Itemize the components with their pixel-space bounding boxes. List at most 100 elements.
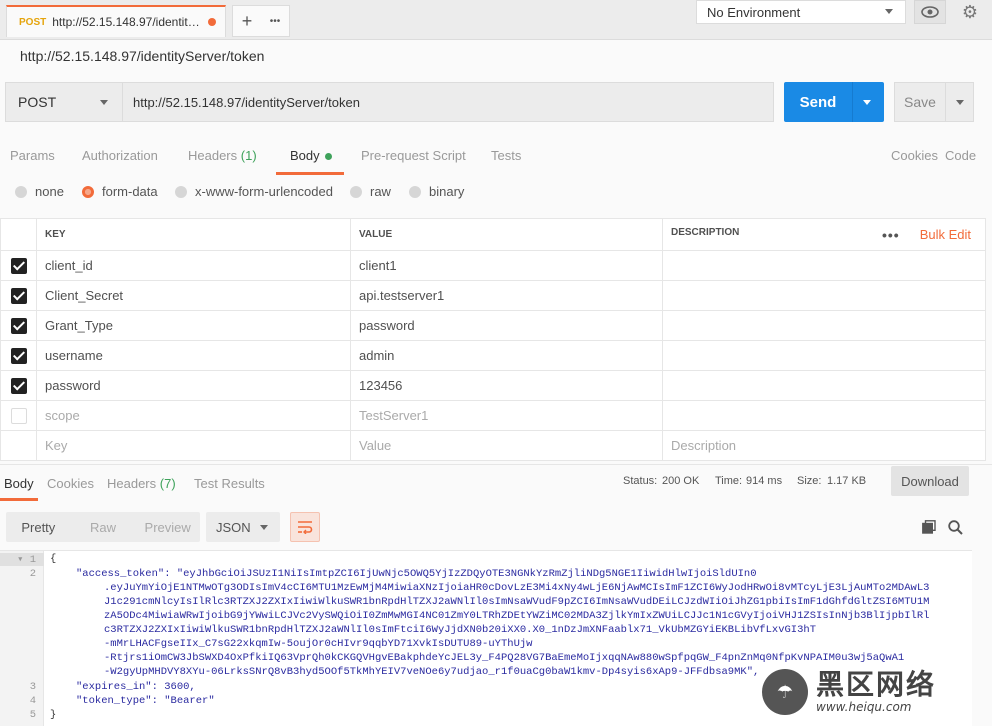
view-raw[interactable]: Raw (71, 520, 136, 535)
row-description[interactable] (662, 310, 986, 341)
tab-params[interactable]: Params (10, 148, 55, 163)
row-value[interactable]: password (350, 310, 663, 341)
tab-bar: POST http://52.15.148.97/identityServer/… (0, 0, 992, 40)
environment-quick-look-button[interactable] (914, 0, 946, 24)
tab-prerequest-script[interactable]: Pre-request Script (361, 148, 466, 163)
radio-circle (15, 185, 27, 198)
save-button[interactable]: Save (894, 82, 974, 122)
radio-label: none (35, 184, 64, 199)
line-number: 2 (29, 568, 36, 580)
tab-authorization[interactable]: Authorization (82, 148, 158, 163)
row-key[interactable]: username (36, 340, 351, 371)
row-key[interactable]: password (36, 370, 351, 401)
tab-headers[interactable]: Headers (1) (188, 148, 257, 163)
add-tab-button[interactable]: + (242, 11, 253, 32)
site-watermark: ☂ 黑区网络 www.heiqu.com (762, 662, 986, 722)
row-checkbox[interactable] (10, 347, 27, 364)
send-options-chevron-icon[interactable] (863, 99, 871, 105)
code-wrap-line: c3RTZXJ2ZXIxIiwiWlkuSWR1bnRpdHlTZXJ2aWNl… (104, 624, 817, 636)
new-value-placeholder[interactable]: Value (350, 430, 663, 461)
row-description[interactable] (662, 400, 986, 431)
line-number: 4 (29, 695, 36, 707)
row-value[interactable]: client1 (350, 250, 663, 281)
response-tab-test-results[interactable]: Test Results (194, 476, 265, 491)
row-key[interactable]: Grant_Type (36, 310, 351, 341)
response-tab-headers[interactable]: Headers (7) (107, 476, 176, 491)
new-key-placeholder[interactable]: Key (36, 430, 351, 461)
view-preview[interactable]: Preview (135, 520, 200, 535)
request-tab[interactable]: POST http://52.15.148.97/identityServer/… (6, 5, 226, 37)
method-select[interactable]: POST (5, 82, 123, 122)
fold-arrow-icon[interactable]: ▾ (17, 554, 30, 566)
row-checkbox[interactable] (10, 377, 27, 394)
radio-circle (350, 185, 362, 198)
radio-form-data[interactable]: form-data (82, 184, 158, 199)
radio-binary[interactable]: binary (409, 184, 464, 199)
radio-raw[interactable]: raw (350, 184, 391, 199)
json-key: "expires_in": (76, 681, 165, 693)
save-options-chevron-icon[interactable] (956, 99, 964, 105)
response-tab-body[interactable]: Body (4, 476, 34, 491)
table-row: scope TestServer1 (0, 400, 986, 431)
row-checkbox-cell (0, 250, 37, 281)
tab-more-button[interactable]: ••• (270, 16, 281, 27)
table-row: password 123456 (0, 370, 986, 401)
search-icon[interactable] (948, 520, 963, 538)
row-description[interactable] (662, 340, 986, 371)
settings-button[interactable]: ⚙ (952, 0, 988, 24)
table-row-new: Key Value Description (0, 430, 986, 461)
size-label: Size: (797, 475, 822, 487)
row-value[interactable]: TestServer1 (350, 400, 663, 431)
request-tabs: Params Authorization Headers (1) Body Pr… (0, 136, 992, 176)
row-checkbox[interactable] (10, 317, 27, 334)
download-button[interactable]: Download (891, 466, 969, 496)
view-mode-segmented: Pretty Raw Preview (6, 512, 200, 542)
send-button[interactable]: Send (784, 82, 884, 122)
view-pretty[interactable]: Pretty (6, 520, 71, 535)
code-line: } (50, 709, 57, 721)
url-input[interactable] (123, 82, 774, 122)
row-value[interactable]: 123456 (350, 370, 663, 401)
table-row: Grant_Type password (0, 310, 986, 341)
row-description[interactable] (662, 280, 986, 311)
size-value: 1.17 KB (827, 475, 867, 487)
format-select[interactable]: JSON (206, 512, 280, 542)
tab-actions: + ••• (232, 5, 290, 37)
row-checkbox[interactable] (10, 407, 27, 424)
radio-none[interactable]: none (15, 184, 64, 199)
row-checkbox-cell (0, 400, 37, 431)
tab-body[interactable]: Body (290, 148, 332, 163)
row-checkbox-cell (0, 430, 37, 461)
unsaved-dot-icon (208, 18, 217, 26)
code-line: "expires_in": 3600, (76, 681, 196, 694)
radio-circle (175, 185, 187, 198)
more-options-icon[interactable]: ••• (882, 227, 900, 243)
row-key[interactable]: Client_Secret (36, 280, 351, 311)
row-key[interactable]: scope (36, 400, 351, 431)
code-wrap-line: -mMrLHACFgseIIx_C7sG22xkqmIw-5oujOr0cHIv… (104, 638, 533, 650)
response-tab-cookies[interactable]: Cookies (47, 476, 94, 491)
code-wrap-line: -W2gyUpMHDVY8XYu-06LrksSNrQ8vB3hyd5OOf5T… (104, 666, 760, 678)
wrap-lines-button[interactable] (290, 512, 320, 542)
row-checkbox[interactable] (10, 257, 27, 274)
code-link[interactable]: Code (945, 148, 976, 163)
copy-icon[interactable] (922, 520, 936, 537)
environment-select[interactable]: No Environment (696, 0, 906, 24)
row-checkbox[interactable] (10, 287, 27, 304)
active-tab-underline (276, 172, 344, 175)
new-description-placeholder[interactable]: Description (662, 430, 986, 461)
cookies-link[interactable]: Cookies (891, 148, 938, 163)
bulk-edit-link[interactable]: Bulk Edit (920, 227, 971, 242)
radio-label: raw (370, 184, 391, 199)
row-value[interactable]: api.testserver1 (350, 280, 663, 311)
row-description[interactable] (662, 370, 986, 401)
row-description[interactable] (662, 250, 986, 281)
radio-circle-selected (82, 185, 94, 198)
radio-x-www-form-urlencoded[interactable]: x-www-form-urlencoded (175, 184, 333, 199)
chevron-down-icon (260, 525, 268, 530)
row-value[interactable]: admin (350, 340, 663, 371)
row-key[interactable]: client_id (36, 250, 351, 281)
row-checkbox-cell (0, 340, 37, 371)
json-string: "Bearer" (164, 695, 215, 707)
tab-tests[interactable]: Tests (491, 148, 521, 163)
